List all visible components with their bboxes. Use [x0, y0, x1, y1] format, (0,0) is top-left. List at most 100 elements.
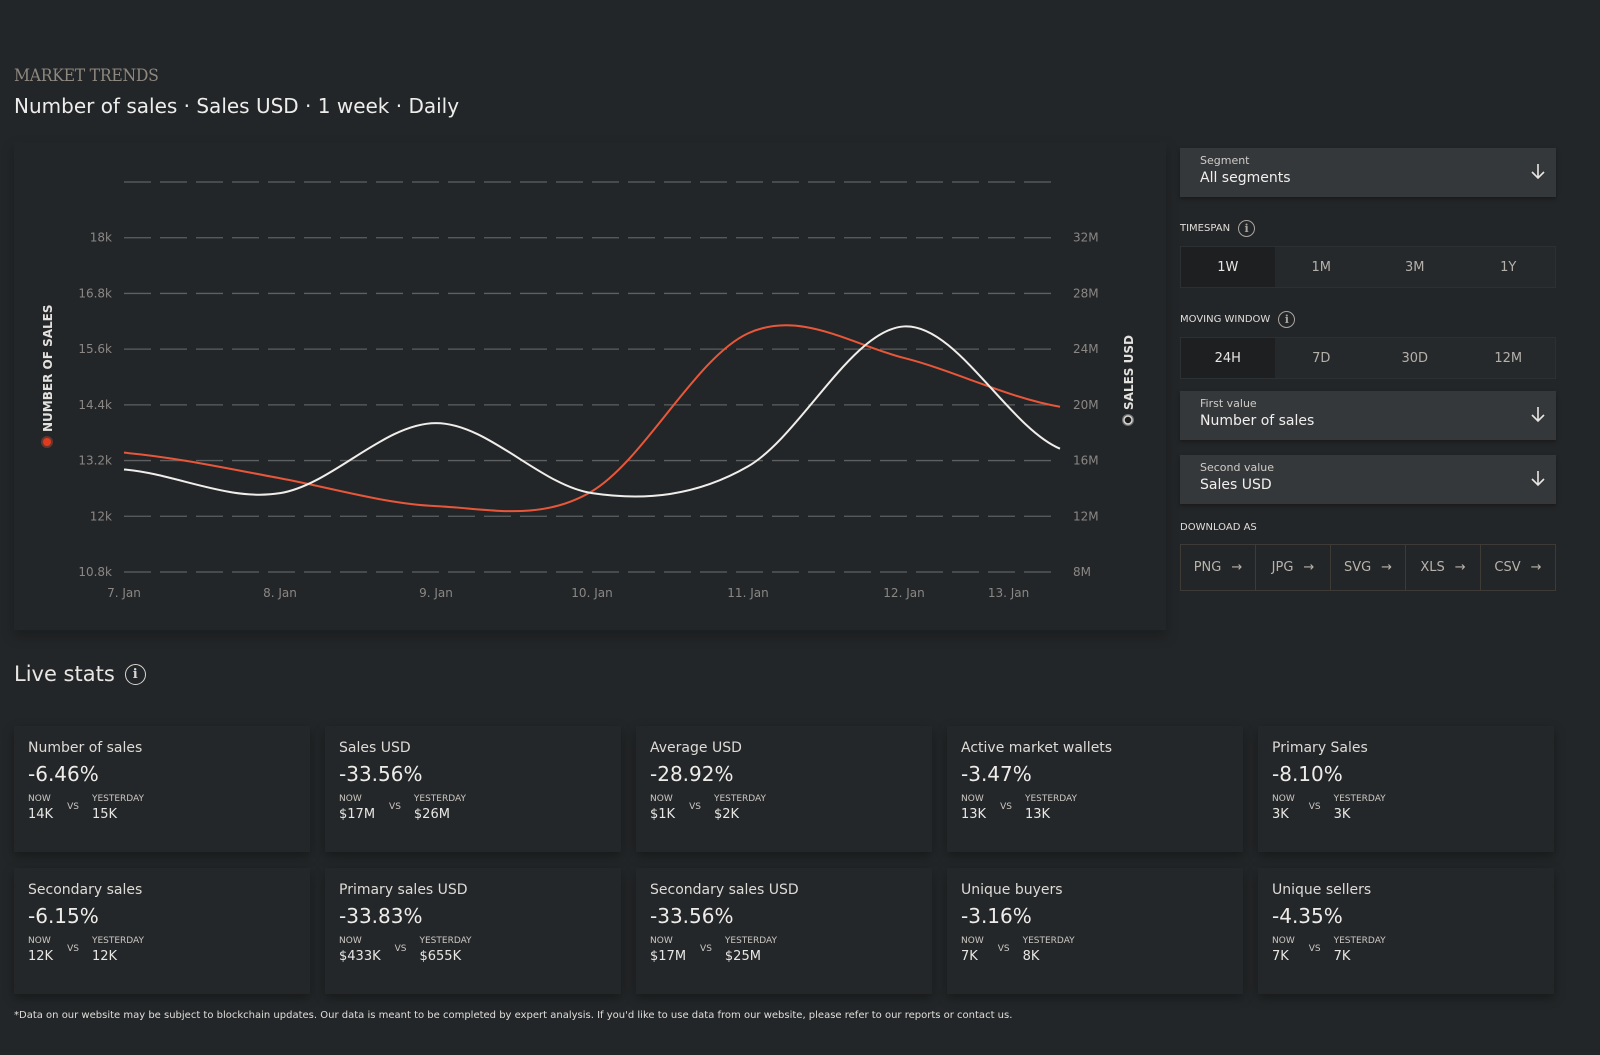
second-value-select[interactable]: Second value Sales USD — [1180, 455, 1556, 504]
vs-label: VS — [689, 802, 701, 812]
now-value: 14K — [28, 807, 54, 822]
stat-name: Sales USD — [339, 740, 411, 756]
page-title: Number of sales · Sales USD · 1 week · D… — [14, 94, 460, 118]
vs-label: VS — [1000, 802, 1012, 812]
data-point[interactable] — [1054, 443, 1066, 455]
now-label: NOW — [961, 794, 984, 804]
stat-comparison: NOW 7K VS YESTERDAY 8K — [961, 936, 1229, 964]
download-png-button[interactable]: PNG → — [1181, 545, 1256, 590]
first-value-label: First value — [1200, 397, 1257, 410]
data-point[interactable] — [742, 460, 754, 472]
stat-name: Secondary sales USD — [650, 882, 799, 898]
data-point[interactable] — [742, 327, 754, 339]
now-value: 3K — [1272, 807, 1289, 822]
stat-card: Active market wallets -3.47% NOW 13K VS YESTE… — [947, 726, 1243, 852]
stat-name: Average USD — [650, 740, 742, 756]
stat-card: Unique sellers -4.35% NOW 7K VS YESTERDAY 7K — [1258, 868, 1554, 994]
series-line-sales-usd[interactable] — [123, 325, 1061, 498]
moving-window-option-24h[interactable]: 24H — [1181, 338, 1275, 378]
now-label: NOW — [28, 936, 51, 946]
arrow-down-icon — [1531, 471, 1545, 487]
stat-change: -3.16% — [961, 904, 1032, 928]
left-axis-label: NUMBER OF SALES — [41, 305, 55, 432]
yesterday-label: YESTERDAY — [1333, 936, 1386, 946]
moving-window-option-30d[interactable]: 30D — [1368, 338, 1462, 378]
data-point[interactable] — [586, 487, 598, 499]
download-xls-button[interactable]: XLS → — [1406, 545, 1481, 590]
yesterday-value: 12K — [91, 949, 118, 964]
series-line-number-of-sales[interactable] — [123, 324, 1061, 513]
now-value: $17M — [339, 807, 376, 822]
stat-card: Unique buyers -3.16% NOW 7K VS YESTERDAY 8K — [947, 868, 1243, 994]
timespan-option-3m[interactable]: 3M — [1368, 247, 1462, 287]
download-csv-button[interactable]: CSV → — [1481, 545, 1555, 590]
stat-change: -4.35% — [1272, 904, 1343, 928]
timespan-option-1y[interactable]: 1Y — [1462, 247, 1556, 287]
stat-comparison: NOW 13K VS YESTERDAY 13K — [961, 794, 1229, 822]
vs-label: VS — [67, 944, 79, 954]
first-value-select[interactable]: First value Number of sales — [1180, 391, 1556, 440]
vs-label: VS — [1308, 944, 1321, 954]
yesterday-value: $26M — [413, 807, 450, 822]
vs-label: VS — [67, 802, 79, 812]
download-svg-button[interactable]: SVG → — [1331, 545, 1406, 590]
stat-card: Primary sales USD -33.83% NOW $433K VS YESTER… — [325, 868, 621, 994]
data-point[interactable] — [118, 463, 130, 475]
market-trends-page: MARKET TRENDS Number of sales · Sales US… — [0, 0, 1600, 1055]
data-point[interactable] — [898, 320, 910, 332]
left-axis-tick-label: 12k — [90, 509, 112, 523]
stat-card: Sales USD -33.56% NOW $17M VS YESTERDAY $26M — [325, 726, 621, 852]
stat-name: Unique sellers — [1272, 882, 1372, 898]
yesterday-label: YESTERDAY — [91, 794, 145, 804]
moving-window-option-12m[interactable]: 12M — [1462, 338, 1556, 378]
data-point[interactable] — [898, 352, 910, 364]
now-value: $17M — [650, 949, 687, 964]
left-axis-tick-label: 18k — [90, 231, 112, 245]
data-point[interactable] — [430, 417, 442, 429]
stat-change: -33.56% — [339, 762, 423, 786]
chart-controls: Segment All segments TIMESPAN i 1W 1M 3M… — [1180, 148, 1556, 591]
now-label: NOW — [961, 936, 984, 946]
yesterday-label: YESTERDAY — [419, 936, 472, 946]
live-stats-heading: Live stats i — [14, 662, 146, 686]
x-axis-tick-label: 13. Jan — [988, 586, 1029, 600]
right-axis-tick-label: 8M — [1073, 565, 1091, 579]
info-icon[interactable]: i — [1278, 310, 1296, 328]
stat-change: -6.46% — [28, 762, 99, 786]
x-axis-tick-label: 7. Jan — [107, 586, 141, 600]
download-label: DOWNLOAD AS — [1180, 521, 1257, 533]
now-label: NOW — [28, 794, 51, 804]
chart-card: 10.8k 12k 13.2k 14.4k 15.6k 16.8k 18k 8M 12M 16M… — [14, 142, 1166, 630]
timespan-option-1w[interactable]: 1W — [1181, 247, 1275, 287]
timespan-label: TIMESPAN — [1180, 222, 1231, 234]
download-jpg-button[interactable]: JPG → — [1256, 545, 1331, 590]
moving-window-option-7d[interactable]: 7D — [1275, 338, 1369, 378]
segment-value: All segments — [1200, 170, 1291, 186]
right-axis-tick-label: 20M — [1073, 398, 1099, 412]
info-icon[interactable]: i — [124, 663, 146, 685]
data-point[interactable] — [1054, 401, 1066, 413]
arrow-right-icon: → — [1381, 560, 1393, 575]
download-heading: DOWNLOAD AS — [1180, 518, 1556, 536]
info-icon[interactable]: i — [1238, 219, 1256, 237]
vs-label: VS — [700, 944, 712, 954]
stat-change: -6.15% — [28, 904, 99, 928]
yesterday-label: YESTERDAY — [1333, 794, 1386, 804]
data-point[interactable] — [274, 472, 286, 484]
yesterday-label: YESTERDAY — [1024, 794, 1078, 804]
data-point[interactable] — [118, 447, 130, 459]
x-axis-tick-label: 12. Jan — [883, 586, 924, 600]
data-point[interactable] — [430, 500, 442, 512]
stat-name: Unique buyers — [961, 882, 1063, 898]
timespan-option-1m[interactable]: 1M — [1275, 247, 1369, 287]
timespan-selector: 1W 1M 3M 1Y — [1180, 246, 1556, 288]
left-axis-tick-label: 16.8k — [78, 286, 112, 300]
segment-select[interactable]: Segment All segments — [1180, 148, 1556, 197]
yesterday-label: YESTERDAY — [713, 794, 767, 804]
now-value: 7K — [1272, 949, 1289, 964]
yesterday-label: YESTERDAY — [1022, 936, 1075, 946]
data-point[interactable] — [274, 487, 286, 499]
moving-window-heading: MOVING WINDOW i — [1180, 310, 1556, 328]
stat-comparison: NOW 14K VS YESTERDAY 15K — [28, 794, 296, 822]
stat-comparison: NOW $17M VS YESTERDAY $26M — [339, 794, 607, 822]
